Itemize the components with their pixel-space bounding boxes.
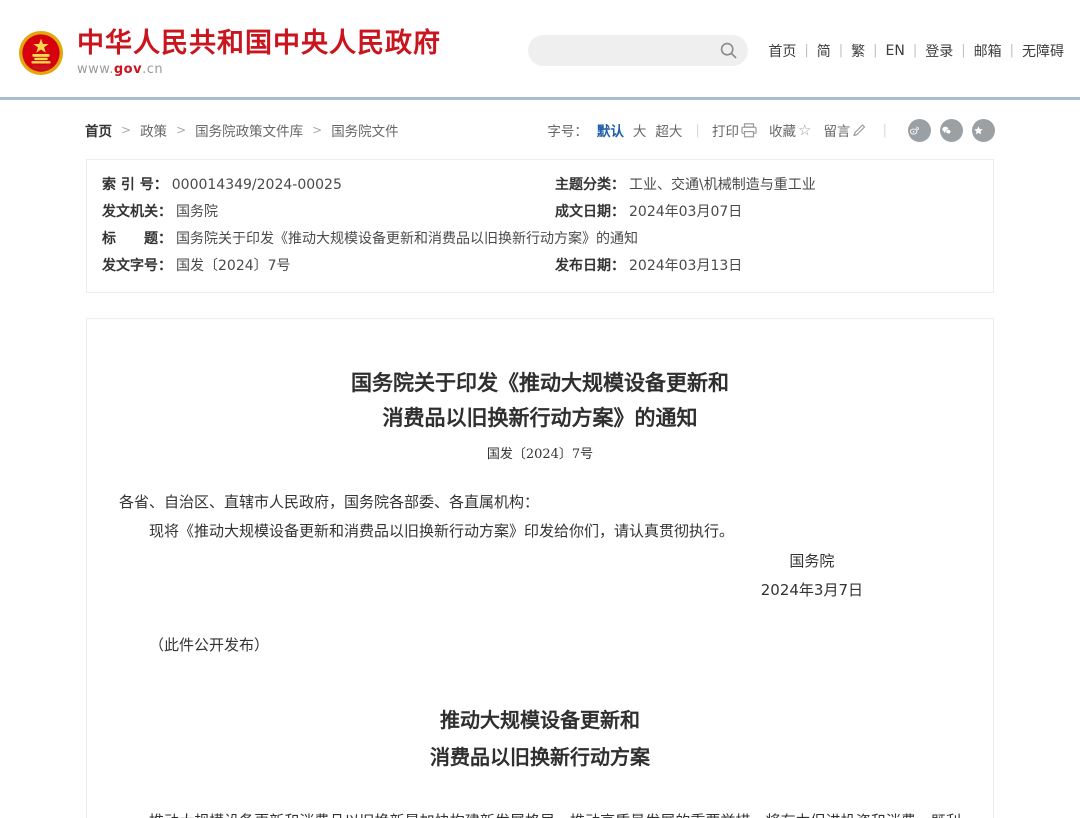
sign-date: 2024年3月7日 [761,576,863,605]
search-box[interactable] [528,35,748,66]
font-size-large[interactable]: 大 [633,120,647,140]
meta-created-date: 成文日期：2024年03月07日 [540,199,993,226]
breadcrumb-home[interactable]: 首页 [85,120,112,140]
paragraph: 推动大规模设备更新和消费品以旧换新是加快构建新发展格局、推动高质量发展的重要举措… [119,806,961,818]
paragraph: 现将《推动大规模设备更新和消费品以旧换新行动方案》印发给你们，请认真贯彻执行。 [119,517,961,546]
national-emblem-icon [18,30,64,76]
breadcrumb-state-council-docs[interactable]: 国务院文件 [331,120,399,140]
meta-agency: 发文机关：国务院 [87,199,540,226]
meta-doc-number: 发文字号：国发〔2024〕7号 [87,253,540,280]
breadcrumb: 首页 > 政策 > 国务院政策文件库 > 国务院文件 [85,120,399,140]
document-number: 国发〔2024〕7号 [119,443,961,462]
meta-topic: 主题分类：工业、交通\机械制造与重工业 [540,172,993,199]
document-title: 国务院关于印发《推动大规模设备更新和 消费品以旧换新行动方案》的通知 [119,365,961,435]
nav-home[interactable]: 首页 [768,41,796,61]
site-brand[interactable]: 中华人民共和国中央人民政府 www.gov.cn [18,29,441,77]
nav-english[interactable]: EN [886,43,905,59]
breadcrumb-policy[interactable]: 政策 [140,120,167,140]
signature-block: 国务院 2024年3月7日 [761,547,863,605]
document-body-box: 国务院关于印发《推动大规模设备更新和 消费品以旧换新行动方案》的通知 国发〔20… [86,318,994,818]
chevron-right-icon: > [176,123,186,137]
plan-title: 推动大规模设备更新和 消费品以旧换新行动方案 [119,702,961,776]
search-input[interactable] [542,35,712,66]
weibo-share-icon[interactable] [908,119,931,142]
site-header: 中华人民共和国中央人民政府 www.gov.cn 首页 | 简 | 繁 | EN… [0,0,1080,100]
pencil-icon[interactable] [852,123,866,137]
signer: 国务院 [761,547,863,576]
font-size-default[interactable]: 默认 [597,120,624,140]
breadcrumb-policy-library[interactable]: 国务院政策文件库 [195,120,303,140]
nav-mail[interactable]: 邮箱 [974,41,1002,61]
chevron-right-icon: > [312,123,322,137]
comment-button[interactable]: 留言 [823,120,850,140]
document-meta-box: 索 引 号：000014349/2024-00025 主题分类：工业、交通\机械… [86,159,994,293]
star-icon[interactable]: ☆ [798,121,811,139]
salutation: 各省、自治区、直辖市人民政府，国务院各部委、各直属机构： [119,488,961,517]
meta-title: 标 题：国务院关于印发《推动大规模设备更新和消费品以旧换新行动方案》的通知 [87,226,993,253]
favorite-button[interactable]: 收藏 [769,120,796,140]
font-size-xlarge[interactable]: 超大 [655,120,682,140]
print-button[interactable]: 打印 [712,120,739,140]
meta-index: 索 引 号：000014349/2024-00025 [87,172,540,199]
search-icon[interactable] [720,42,737,59]
printer-icon[interactable] [741,123,757,138]
top-nav: 首页 | 简 | 繁 | EN | 登录 | 邮箱 | 无障碍 [768,41,1064,61]
chevron-right-icon: > [121,123,131,137]
site-title: 中华人民共和国中央人民政府 [77,29,441,59]
site-url: www.gov.cn [77,62,441,77]
wechat-share-icon[interactable] [940,119,963,142]
meta-publish-date: 发布日期：2024年03月13日 [540,253,993,280]
nav-simplified[interactable]: 简 [817,41,831,61]
nav-login[interactable]: 登录 [925,41,953,61]
public-release-note: （此件公开发布） [119,631,961,660]
font-size-label: 字号： [547,120,588,140]
page-tools: 字号： 默认 大 超大 | 打印 收藏 ☆ 留言 | [547,119,995,142]
qzone-share-icon[interactable] [972,119,995,142]
nav-accessibility[interactable]: 无障碍 [1022,41,1064,61]
nav-traditional[interactable]: 繁 [851,41,865,61]
